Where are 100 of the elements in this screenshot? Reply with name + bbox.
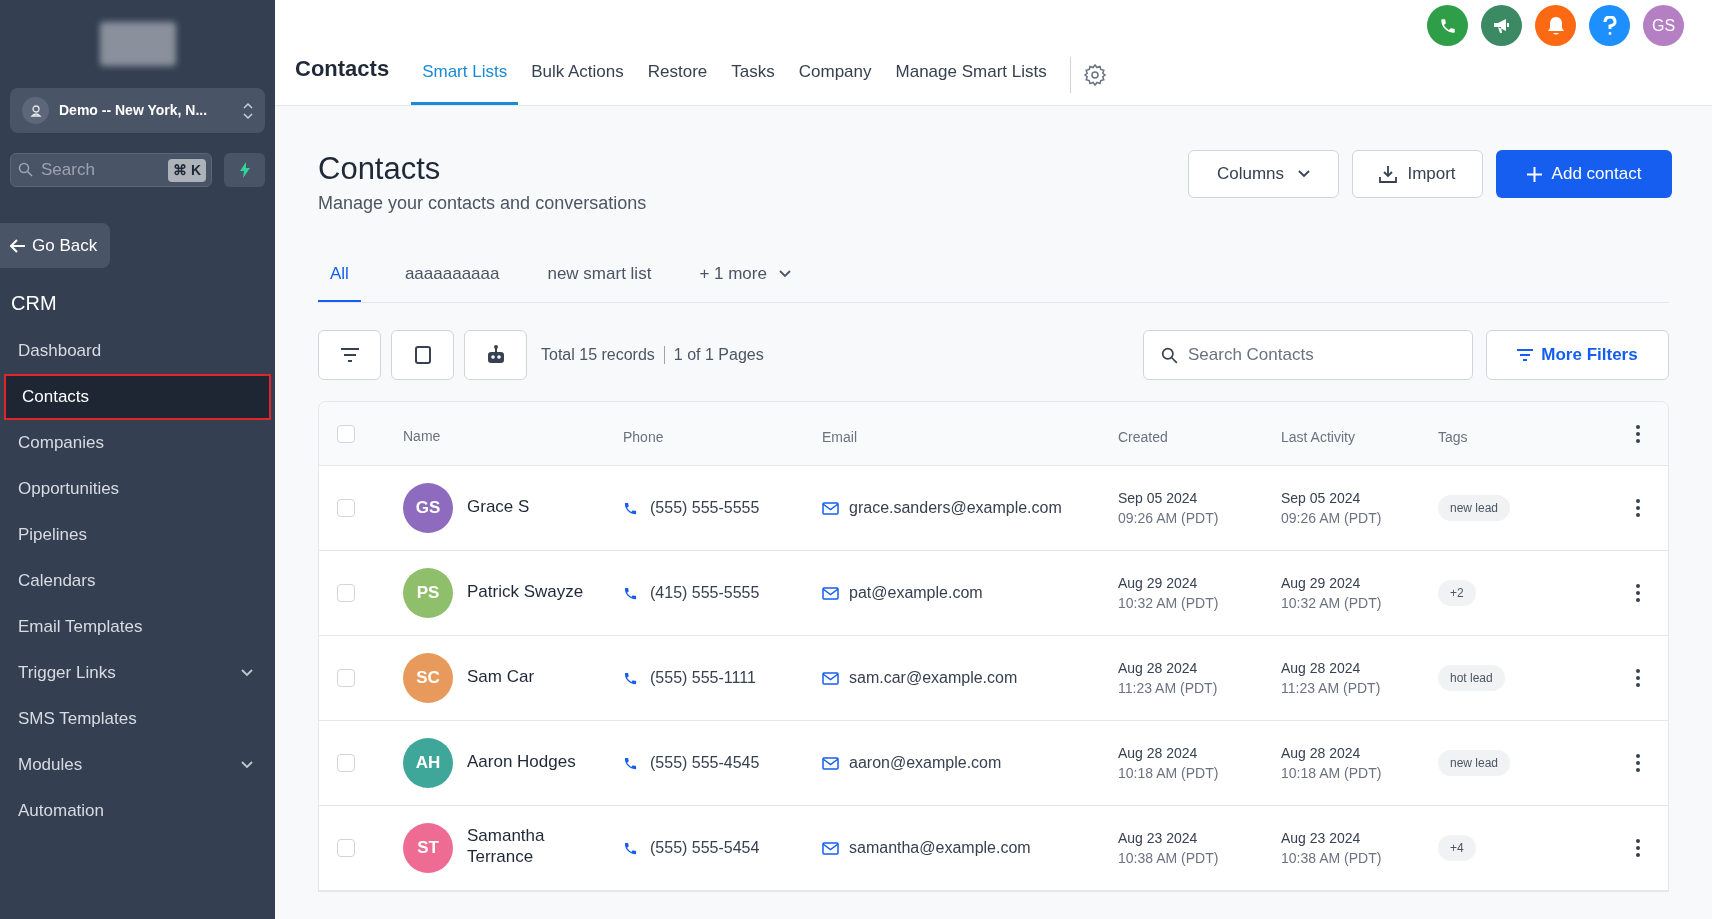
- sidebar-item[interactable]: Contacts: [4, 374, 271, 420]
- phone-number[interactable]: (555) 555-5454: [650, 836, 760, 860]
- list-tab[interactable]: aaaaaaaaaa: [380, 248, 524, 302]
- search-icon: [1161, 347, 1178, 364]
- phone-icon: [623, 670, 638, 686]
- sidebar-item[interactable]: Pipelines: [0, 512, 275, 558]
- sidebar-item[interactable]: SMS Templates: [0, 696, 275, 742]
- tag: +2: [1438, 580, 1476, 606]
- date-text: Aug 29 2024: [1281, 574, 1362, 593]
- checkbox[interactable]: [337, 754, 355, 772]
- more-vertical-icon[interactable]: [1636, 499, 1640, 517]
- email-address[interactable]: aaron@example.com: [849, 751, 1002, 775]
- select-button[interactable]: [391, 330, 454, 380]
- list-tab[interactable]: new smart list: [523, 248, 676, 302]
- contact-name[interactable]: Grace S: [467, 495, 597, 521]
- sidebar-item[interactable]: Companies: [0, 420, 275, 466]
- checkbox[interactable]: [337, 424, 355, 443]
- page-count: 1 of 1 Pages: [673, 345, 764, 365]
- records-count: Total 15 records: [541, 345, 655, 365]
- phone-number[interactable]: (555) 555-5555: [650, 496, 760, 520]
- phone-number[interactable]: (555) 555-1111: [650, 666, 756, 690]
- contacts-search-field[interactable]: Search Contacts: [1143, 330, 1473, 380]
- location-switcher[interactable]: Demo -- New York, N...: [10, 88, 265, 133]
- megaphone-button[interactable]: [1481, 5, 1522, 46]
- list-tab[interactable]: All: [318, 248, 361, 302]
- tag: hot lead: [1438, 665, 1505, 691]
- filter-icon: [1517, 349, 1534, 361]
- nav-tab[interactable]: Manage Smart Lists: [884, 54, 1058, 105]
- filter-button[interactable]: [318, 330, 381, 380]
- nav-tab[interactable]: Tasks: [720, 54, 786, 105]
- phone-button[interactable]: [1427, 5, 1468, 46]
- chevron-down-icon: [241, 761, 253, 769]
- more-vertical-icon[interactable]: [1636, 584, 1640, 602]
- chevron-down-icon: [241, 669, 253, 677]
- avatar: GS: [403, 483, 453, 533]
- chevron-down-icon: [1298, 170, 1311, 178]
- bell-button[interactable]: [1535, 5, 1576, 46]
- email-address[interactable]: grace.sanders@example.com: [849, 496, 1062, 520]
- lightning-icon: [238, 162, 251, 178]
- email-address[interactable]: pat@example.com: [849, 581, 983, 605]
- nav-tab[interactable]: Restore: [636, 54, 719, 105]
- more-vertical-icon[interactable]: [1636, 839, 1640, 857]
- mail-icon: [822, 756, 839, 770]
- date-text: Sep 05 2024: [1281, 489, 1362, 508]
- settings-icon[interactable]: [1082, 63, 1107, 87]
- phone-number[interactable]: (555) 555-4545: [650, 751, 760, 775]
- phone-number[interactable]: (415) 555-5555: [650, 581, 760, 605]
- time-text: 11:23 AM (PDT): [1281, 679, 1382, 698]
- contact-name[interactable]: Samantha Terrance: [467, 825, 597, 871]
- mail-icon: [822, 671, 839, 685]
- list-tab[interactable]: + 1 more: [675, 248, 815, 302]
- sidebar-item[interactable]: Calendars: [0, 558, 275, 604]
- checkbox[interactable]: [337, 584, 355, 602]
- more-filters-button[interactable]: More Filters: [1486, 330, 1669, 380]
- date-text: Aug 29 2024: [1118, 574, 1199, 593]
- sidebar-item[interactable]: Email Templates: [0, 604, 275, 650]
- add-contact-button[interactable]: Add contact: [1496, 150, 1672, 198]
- checkbox[interactable]: [337, 499, 355, 517]
- more-vertical-icon[interactable]: [1636, 754, 1640, 772]
- checkbox[interactable]: [337, 839, 355, 857]
- bolt-button[interactable]: [224, 153, 265, 187]
- nav-tab[interactable]: Company: [787, 54, 883, 105]
- sidebar-item[interactable]: Trigger Links: [0, 650, 275, 696]
- robot-button[interactable]: [464, 330, 527, 380]
- avatar: AH: [403, 738, 453, 788]
- sidebar-item[interactable]: Opportunities: [0, 466, 275, 512]
- square-icon: [413, 346, 432, 364]
- contact-name[interactable]: Aaron Hodges: [467, 750, 597, 776]
- sidebar-item[interactable]: Dashboard: [0, 328, 275, 374]
- download-icon: [1379, 165, 1398, 183]
- more-vertical-icon[interactable]: [1636, 669, 1640, 687]
- import-button[interactable]: Import: [1352, 150, 1483, 198]
- sidebar-item[interactable]: Modules: [0, 742, 275, 788]
- nav-tab[interactable]: Bulk Actions: [520, 54, 635, 105]
- column-header: Name: [403, 428, 441, 444]
- mail-icon: [822, 586, 839, 600]
- columns-button[interactable]: Columns: [1188, 150, 1339, 198]
- phone-icon: [623, 500, 638, 516]
- search-icon: [18, 162, 33, 177]
- contact-name[interactable]: Sam Car: [467, 665, 597, 691]
- checkbox[interactable]: [337, 669, 355, 687]
- email-address[interactable]: samantha@example.com: [849, 836, 1031, 860]
- date-text: Sep 05 2024: [1118, 489, 1199, 508]
- contact-name[interactable]: Patrick Swayze: [467, 580, 597, 606]
- time-text: 10:32 AM (PDT): [1281, 594, 1383, 613]
- help-button[interactable]: [1589, 5, 1630, 46]
- time-text: 10:18 AM (PDT): [1281, 764, 1383, 783]
- go-back-button[interactable]: Go Back: [0, 223, 110, 268]
- phone-icon: [623, 840, 638, 856]
- column-header: Created: [1118, 428, 1168, 445]
- date-text: Aug 28 2024: [1281, 659, 1362, 678]
- sort-icon: [243, 101, 253, 120]
- bell-icon: [1546, 15, 1565, 36]
- email-address[interactable]: sam.car@example.com: [849, 666, 1018, 690]
- mail-icon: [822, 501, 839, 515]
- time-text: 09:26 AM (PDT): [1281, 509, 1383, 528]
- more-vertical-icon[interactable]: [1636, 424, 1640, 443]
- arrow-left-icon: [10, 238, 26, 253]
- nav-tab[interactable]: Smart Lists: [411, 54, 519, 105]
- sidebar-item[interactable]: Automation: [0, 788, 275, 834]
